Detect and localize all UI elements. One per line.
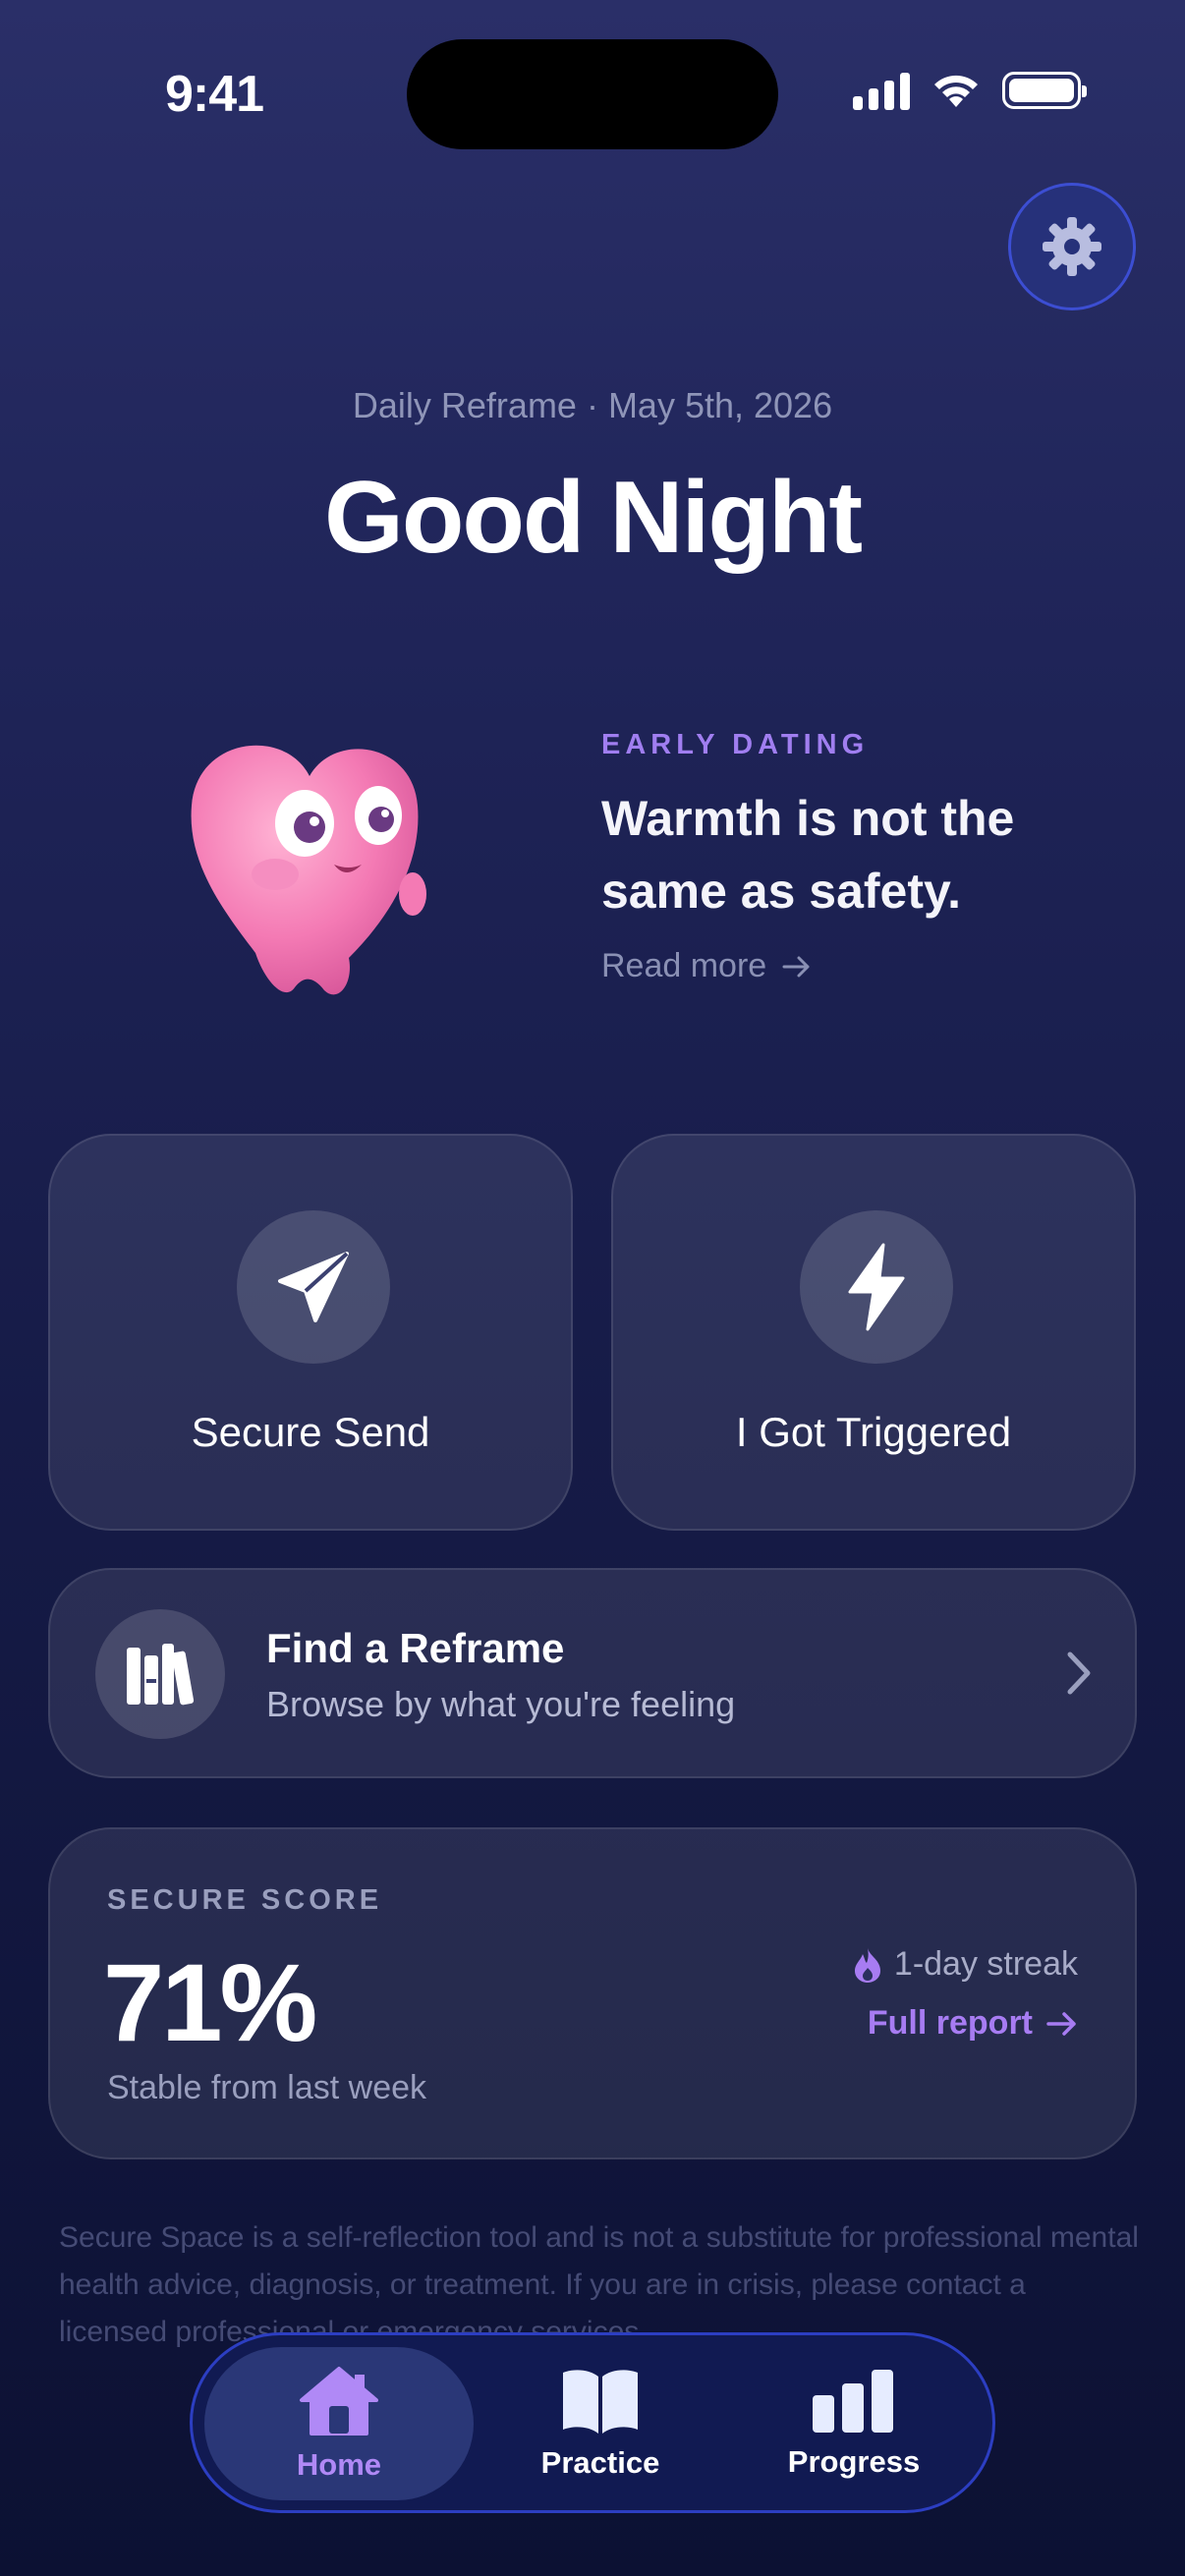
wifi-icon [934, 75, 978, 107]
flame-icon [854, 1947, 880, 1983]
reframe-quote: Warmth is not the same as safety. [601, 791, 1015, 919]
action-icon-wrap [237, 1210, 390, 1364]
dynamic-island [407, 39, 778, 149]
streak-badge: 1-day streak [853, 1945, 1078, 1984]
home-icon [300, 2367, 378, 2436]
secure-send-label: Secure Send [191, 1409, 430, 1455]
score-trend: Stable from last week [107, 2069, 427, 2106]
full-report-label: Full report [867, 2004, 1033, 2042]
chevron-right-icon [1067, 1652, 1091, 1695]
find-reframe-row[interactable]: Find a Reframe Browse by what you're fee… [48, 1568, 1137, 1778]
tab-home-label: Home [296, 2447, 382, 2482]
tab-home[interactable]: Home [204, 2347, 474, 2500]
read-more-label: Read more [601, 947, 767, 984]
streak-label: 1-day streak [893, 1945, 1078, 1983]
score-value: 71% [103, 1941, 317, 2064]
find-reframe-subtitle: Browse by what you're feeling [266, 1684, 736, 1724]
status-icons [853, 71, 1087, 110]
books-icon [127, 1644, 195, 1706]
score-label: SECURE SCORE [107, 1884, 383, 1916]
page-title: Good Night [323, 461, 863, 575]
paper-plane-icon [278, 1252, 349, 1322]
settings-button[interactable] [1008, 183, 1136, 310]
secure-score-card[interactable]: SECURE SCORE 71% Stable from last week 1… [48, 1827, 1137, 2159]
bar-chart-icon [813, 2370, 893, 2433]
cellular-signal-icon [853, 71, 910, 110]
read-more-link[interactable]: Read more [601, 947, 812, 985]
arrow-right-icon [1046, 2011, 1076, 2036]
action-icon-wrap [800, 1210, 953, 1364]
find-reframe-title: Find a Reframe [266, 1625, 565, 1671]
battery-icon [1002, 72, 1087, 109]
status-time: 9:41 [165, 66, 264, 123]
arrow-right-icon [782, 956, 810, 977]
tab-practice-label: Practice [540, 2445, 660, 2480]
secure-send-button[interactable]: Secure Send [48, 1134, 573, 1531]
full-report-link[interactable]: Full report [868, 2004, 1078, 2043]
gear-icon [1043, 217, 1101, 276]
heart-mascot-illustration [191, 745, 426, 995]
lightning-icon [848, 1243, 905, 1331]
i-got-triggered-label: I Got Triggered [735, 1409, 1012, 1455]
tab-bar: Home Practice Progress [190, 2332, 995, 2513]
find-icon-wrap [95, 1609, 225, 1739]
tab-progress[interactable]: Progress [727, 2347, 981, 2500]
i-got-triggered-button[interactable]: I Got Triggered [611, 1134, 1136, 1531]
tab-practice[interactable]: Practice [474, 2347, 727, 2500]
reframe-category: EARLY DATING [601, 729, 870, 760]
book-icon [563, 2370, 638, 2434]
page-subtitle: Daily Reframe · May 5th, 2026 [352, 385, 833, 425]
tab-progress-label: Progress [787, 2444, 921, 2479]
